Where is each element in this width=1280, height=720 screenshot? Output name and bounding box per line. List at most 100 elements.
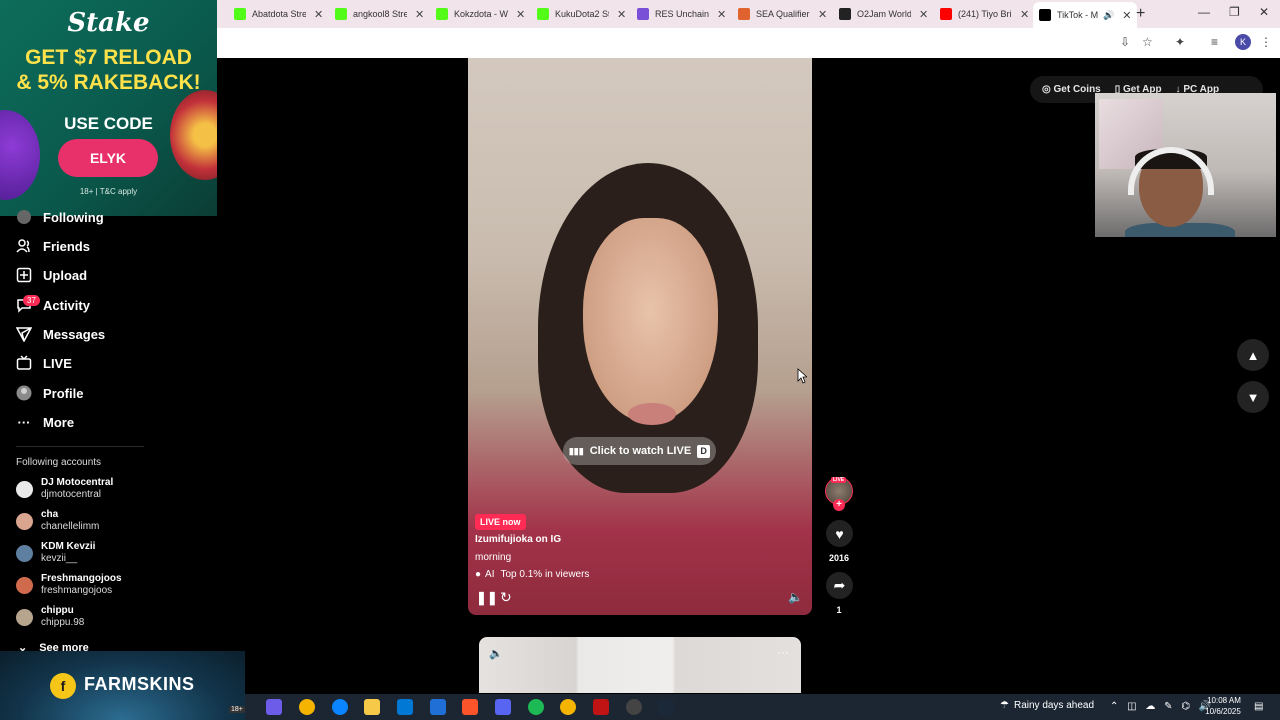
farmskins-ad-banner[interactable]: f FARMSKINS 18+ bbox=[0, 651, 245, 720]
maximize-button[interactable]: ❐ bbox=[1229, 5, 1240, 19]
promo-code-button[interactable]: ELYK bbox=[58, 139, 158, 177]
following-account[interactable]: KDM Kevzii kevzii__ bbox=[16, 541, 95, 565]
chat-bubble-icon: ● bbox=[475, 569, 482, 580]
weather-widget[interactable]: ☂ Rainy days ahead bbox=[1000, 700, 1094, 711]
discord-app-icon[interactable] bbox=[495, 699, 511, 715]
browser-tab[interactable]: O2Jam World | ✕ bbox=[839, 4, 928, 24]
sidebar-divider bbox=[16, 446, 144, 447]
copilot-app-icon[interactable] bbox=[266, 699, 282, 715]
sidebar-item-upload[interactable]: Upload bbox=[16, 264, 87, 286]
install-app-icon[interactable]: ⇩ bbox=[1120, 35, 1130, 49]
activity-badge: 37 bbox=[23, 295, 40, 306]
live-now-badge: LIVE now bbox=[475, 514, 526, 530]
new-tab-button[interactable]: + bbox=[1136, 5, 1145, 23]
close-window-button[interactable]: ✕ bbox=[1259, 5, 1269, 19]
kick-favicon-icon bbox=[436, 8, 448, 20]
live-video-player[interactable]: ▮▮▮ Click to watch LIVE D LIVE now Izumi… bbox=[468, 58, 812, 615]
twitch-favicon-icon bbox=[637, 8, 649, 20]
like-button[interactable]: ♥ bbox=[826, 520, 853, 547]
following-account[interactable]: chippu chippu.98 bbox=[16, 605, 84, 629]
close-tab-icon[interactable]: ✕ bbox=[1020, 8, 1029, 21]
keyboard-shortcut-key: D bbox=[697, 444, 711, 458]
next-video-preview[interactable]: 🔈 ··· bbox=[479, 637, 801, 693]
browser-tab[interactable]: KukuDota2 St ✕ bbox=[537, 4, 626, 24]
browser-tab[interactable]: (241) Tiyo Bri ✕ bbox=[940, 4, 1029, 24]
account-avatar bbox=[16, 609, 33, 626]
close-tab-icon[interactable]: ✕ bbox=[1122, 9, 1131, 22]
click-to-watch-live-button[interactable]: ▮▮▮ Click to watch LIVE D bbox=[563, 437, 716, 465]
clock-time[interactable]: 10:08 AM bbox=[1206, 696, 1242, 705]
close-tab-icon[interactable]: ✕ bbox=[617, 8, 626, 21]
pause-button[interactable]: ❚❚ bbox=[476, 590, 498, 606]
steam-app-icon[interactable] bbox=[658, 699, 674, 715]
following-account[interactable]: cha chanellelimm bbox=[16, 509, 99, 533]
sidebar-item-more[interactable]: ··· More bbox=[16, 411, 75, 433]
heart-icon: ♥ bbox=[835, 525, 844, 542]
browser-tab[interactable]: SEA Qualifier 1✕ bbox=[738, 4, 827, 24]
close-tab-icon[interactable]: ✕ bbox=[919, 8, 928, 21]
promo-headline-1: GET $7 RELOAD bbox=[25, 46, 192, 69]
tab-audio-icon[interactable]: 🔊 bbox=[1103, 10, 1114, 21]
system-tray-icons[interactable]: ⌃ ◫ ☁ ✎ ⌬ 🔊 bbox=[1110, 701, 1214, 712]
share-button[interactable]: ➦ bbox=[826, 572, 853, 599]
notification-icon[interactable]: ▤ bbox=[1254, 701, 1263, 712]
previous-video-button[interactable]: ▲ bbox=[1237, 339, 1269, 371]
account-avatar bbox=[16, 577, 33, 594]
clock-date[interactable]: 10/6/2025 bbox=[1202, 707, 1244, 716]
kick-favicon-icon bbox=[537, 8, 549, 20]
volume-icon[interactable]: 🔈 bbox=[788, 590, 803, 604]
file-explorer-icon[interactable] bbox=[364, 699, 380, 715]
sidebar-item-messages[interactable]: Messages bbox=[16, 323, 105, 345]
browser-tab[interactable]: Kokzdota - Wa ✕ bbox=[436, 4, 525, 24]
messages-icon bbox=[16, 326, 32, 342]
sidebar-item-live[interactable]: LIVE bbox=[16, 352, 72, 374]
profile-avatar bbox=[16, 385, 32, 401]
more-options-icon[interactable]: ··· bbox=[777, 645, 789, 659]
close-tab-icon[interactable]: ✕ bbox=[415, 8, 424, 21]
get-coins-button[interactable]: ◎ Get Coins bbox=[1042, 84, 1101, 95]
close-tab-icon[interactable]: ✕ bbox=[717, 8, 726, 21]
chrome-app-icon[interactable] bbox=[299, 699, 315, 715]
creator-name[interactable]: Izumifujioka on IG bbox=[475, 534, 561, 545]
minimize-button[interactable]: — bbox=[1198, 5, 1210, 19]
chevron-up-icon: ▲ bbox=[1246, 347, 1260, 363]
close-tab-icon[interactable]: ✕ bbox=[314, 8, 323, 21]
browser-profile-avatar[interactable]: K bbox=[1235, 34, 1251, 50]
next-video-button[interactable]: ▼ bbox=[1237, 381, 1269, 413]
outlook-app-icon[interactable] bbox=[430, 699, 446, 715]
following-account[interactable]: DJ Motocentral djmotocentral bbox=[16, 477, 113, 501]
follow-button[interactable]: + bbox=[833, 499, 845, 511]
close-tab-icon[interactable]: ✕ bbox=[818, 8, 827, 21]
extensions-icon[interactable]: ✦ bbox=[1175, 35, 1185, 49]
chevron-down-icon: ▼ bbox=[1246, 389, 1260, 405]
stake-ad-banner[interactable]: Stake GET $7 RELOAD & 5% RAKEBACK! USE C… bbox=[0, 0, 217, 216]
dota-app-icon[interactable] bbox=[593, 699, 609, 715]
brave-app-icon[interactable] bbox=[462, 699, 478, 715]
spotify-app-icon[interactable] bbox=[528, 699, 544, 715]
o2jam-favicon-icon bbox=[839, 8, 851, 20]
browser-tab[interactable]: Abatdota Strea✕ bbox=[234, 4, 323, 24]
sidebar-item-profile[interactable]: Profile bbox=[16, 382, 83, 404]
volume-icon[interactable]: 🔈 bbox=[489, 647, 503, 660]
age-rating-badge: 18+ bbox=[229, 706, 245, 713]
media-control-icon[interactable]: ≡ bbox=[1211, 35, 1218, 49]
edge-app-icon[interactable] bbox=[332, 699, 348, 715]
browser-tab-active[interactable]: TikTok - M 🔊 ✕ bbox=[1033, 2, 1138, 28]
chrome-active-app-icon[interactable] bbox=[560, 699, 576, 715]
browser-tab[interactable]: angkool8 Strea✕ bbox=[335, 4, 424, 24]
sidebar-item-following[interactable]: Following bbox=[16, 206, 104, 228]
account-avatar bbox=[16, 513, 33, 530]
video-subject-face bbox=[583, 218, 718, 423]
close-tab-icon[interactable]: ✕ bbox=[516, 8, 525, 21]
share-count: 1 bbox=[836, 605, 842, 615]
sidebar-item-friends[interactable]: Friends bbox=[16, 235, 90, 257]
store-app-icon[interactable] bbox=[397, 699, 413, 715]
video-subject-lips bbox=[628, 403, 676, 425]
browser-tab[interactable]: RES Unchained✕ bbox=[637, 4, 726, 24]
bookmark-star-icon[interactable]: ☆ bbox=[1142, 35, 1153, 49]
promo-code-label: USE CODE bbox=[64, 114, 153, 133]
following-account[interactable]: Freshmangojoos freshmangojoos bbox=[16, 573, 122, 597]
obs-app-icon[interactable] bbox=[626, 699, 642, 715]
refresh-icon[interactable]: ↻ bbox=[500, 589, 512, 606]
browser-menu-icon[interactable]: ⋮ bbox=[1260, 35, 1272, 49]
